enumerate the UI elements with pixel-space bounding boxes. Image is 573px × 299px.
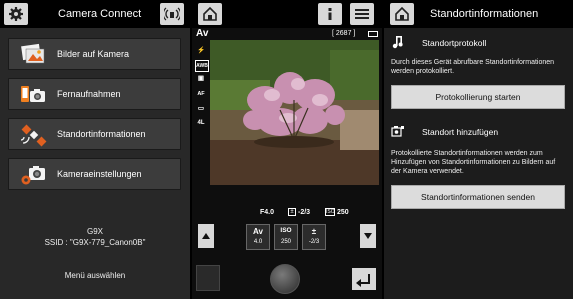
white-balance-icon: AWB bbox=[195, 60, 209, 72]
add-location-section-title: Standort hinzufügen bbox=[422, 127, 499, 137]
home-button[interactable] bbox=[198, 3, 222, 25]
control-label: ISO bbox=[280, 227, 292, 234]
log-description: Durch dieses Gerät abrufbare Standortinf… bbox=[391, 59, 555, 75]
battery-icon bbox=[368, 31, 378, 37]
menu-label: Standortinformationen bbox=[57, 129, 146, 139]
menu-label: Fernaufnahmen bbox=[57, 89, 121, 99]
info-button[interactable] bbox=[318, 3, 342, 25]
menu-remote-shooting[interactable]: Fernaufnahmen bbox=[8, 78, 181, 110]
location-top-bar: Standortinformationen bbox=[384, 0, 573, 28]
triangle-down-icon bbox=[364, 233, 372, 239]
camera-settings-icon bbox=[21, 166, 45, 185]
aperture-readout: F4.0 bbox=[260, 209, 275, 216]
triangle-up-icon bbox=[202, 233, 210, 239]
log-section-title: Standortprotokoll bbox=[422, 38, 487, 48]
app-title: Camera Connect bbox=[58, 8, 142, 20]
flash-icon: ⚡ bbox=[196, 47, 206, 54]
home-button[interactable] bbox=[390, 3, 414, 25]
settings-button[interactable] bbox=[4, 3, 28, 25]
iso-readout: 250 bbox=[337, 209, 349, 216]
satellite-icon bbox=[20, 124, 47, 147]
menu-location-information[interactable]: Standortinformationen bbox=[8, 118, 181, 150]
control-value: 4.0 bbox=[253, 239, 263, 245]
exposure-compensation-readout: -2/3 bbox=[298, 209, 311, 216]
camera-model: G9X bbox=[86, 227, 103, 236]
menu-label: Kameraeinstellungen bbox=[57, 169, 142, 179]
hamburger-menu-icon bbox=[355, 9, 369, 19]
menu-label: Bilder auf Kamera bbox=[57, 49, 130, 59]
gear-icon bbox=[9, 7, 23, 21]
add-location-icon bbox=[391, 126, 404, 137]
menu-select-button[interactable]: Menü auswählen bbox=[0, 271, 190, 280]
control-value: 250 bbox=[280, 239, 291, 245]
shutter-button[interactable] bbox=[270, 264, 300, 294]
aspect-ratio-icon: ▭ bbox=[197, 105, 205, 112]
wireless-icon bbox=[164, 7, 180, 21]
home-screen: Camera Connect Bilder auf Kamera Fernauf… bbox=[0, 0, 190, 299]
back-button[interactable] bbox=[352, 268, 376, 290]
exposure-compensation-icon: ± bbox=[288, 208, 296, 216]
remote-shooting-icon bbox=[21, 86, 45, 102]
scroll-down-button[interactable] bbox=[360, 224, 376, 248]
shots-remaining: [ 2687 ] bbox=[332, 30, 356, 37]
home-icon bbox=[203, 6, 217, 21]
control-label: ± bbox=[311, 227, 317, 236]
shooting-mode: Av bbox=[196, 28, 209, 39]
location-info-screen: Standortinformationen Standortprotokoll … bbox=[384, 0, 573, 299]
info-icon bbox=[328, 8, 332, 20]
home-top-bar: Camera Connect bbox=[0, 0, 190, 28]
remote-top-bar bbox=[192, 0, 382, 28]
start-logging-button[interactable]: Protokollierung starten bbox=[391, 85, 565, 109]
iso-control[interactable]: ISO 250 bbox=[274, 224, 298, 250]
live-view-image bbox=[210, 40, 379, 185]
remote-shooting-screen: Av [ 2687 ] ⚡ AWB ▣ AF ▭ 4L F4.0 ± -2/3 … bbox=[192, 0, 382, 299]
home-icon bbox=[395, 6, 409, 21]
music-note-icon bbox=[392, 36, 403, 49]
wifi-connection-button[interactable] bbox=[160, 3, 184, 25]
add-location-description: Protokollierte Standortinformationen wer… bbox=[391, 150, 556, 175]
scroll-up-button[interactable] bbox=[198, 224, 214, 248]
control-value: -2/3 bbox=[308, 239, 320, 245]
autofocus-icon: AF bbox=[197, 91, 205, 97]
iso-icon: ISO bbox=[325, 208, 335, 216]
menu-button[interactable] bbox=[350, 3, 374, 25]
images-icon bbox=[21, 43, 45, 64]
image-quality-icon: 4L bbox=[197, 120, 205, 126]
return-arrow-icon bbox=[356, 274, 370, 287]
menu-images-on-camera[interactable]: Bilder auf Kamera bbox=[8, 38, 181, 70]
aperture-control[interactable]: Av 4.0 bbox=[246, 224, 270, 250]
exposure-compensation-control[interactable]: ± -2/3 bbox=[302, 224, 326, 250]
menu-camera-settings[interactable]: Kameraeinstellungen bbox=[8, 158, 181, 190]
last-image-thumbnail[interactable] bbox=[196, 265, 220, 291]
send-location-button[interactable]: Standortinformationen senden bbox=[391, 185, 565, 209]
camera-ssid: SSID : "G9X-779_Canon0B" bbox=[44, 238, 146, 247]
control-label: Av bbox=[253, 227, 263, 236]
metering-icon: ▣ bbox=[197, 75, 205, 82]
page-title: Standortinformationen bbox=[430, 8, 539, 20]
